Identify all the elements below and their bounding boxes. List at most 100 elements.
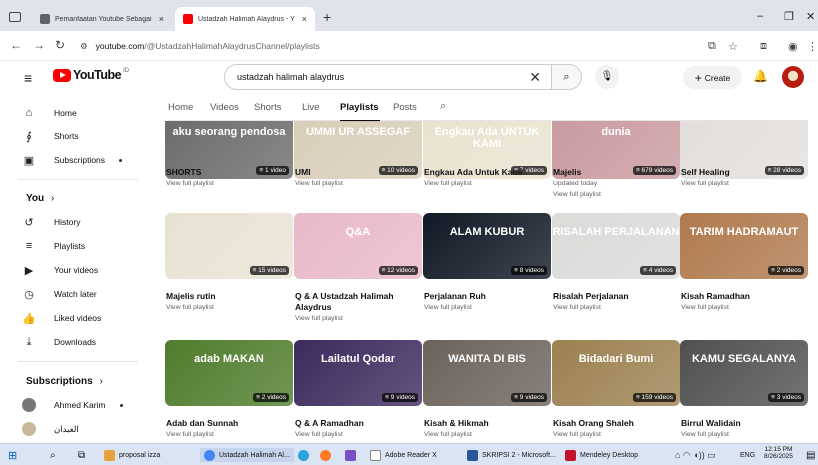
playlist-subtitle[interactable]: View full playlist xyxy=(295,431,343,438)
create-button[interactable]: + Create xyxy=(683,66,742,89)
tab-close-icon[interactable]: × xyxy=(302,14,307,24)
subscription-item[interactable]: العبدان xyxy=(22,419,79,439)
playlist-thumbnail[interactable]: TARIM HADRAMAUT ≡ 2 videos xyxy=(680,213,808,279)
firefox-icon[interactable] xyxy=(320,448,335,462)
sidebar-item-subscriptions[interactable]: ▣ Subscriptions xyxy=(22,150,123,170)
playlist-subtitle[interactable]: View full playlist xyxy=(295,315,343,322)
clock[interactable]: 12:15 PM 8/26/2025 xyxy=(764,446,793,461)
playlist-title[interactable]: Majelis xyxy=(553,167,681,178)
playlist-thumbnail[interactable]: adab MAKAN ≡ 2 videos xyxy=(165,340,293,406)
playlist-subtitle[interactable]: View full playlist xyxy=(166,180,214,187)
playlist-thumbnail[interactable]: Lailatul Qodar ≡ 9 videos xyxy=(294,340,422,406)
notifications-icon[interactable]: ▤ xyxy=(806,448,815,462)
playlist-title[interactable]: Risalah Perjalanan xyxy=(553,291,681,302)
playlist-title[interactable]: UMI xyxy=(295,167,423,178)
install-app-icon[interactable]: ⧉ xyxy=(708,40,716,53)
channel-search-icon[interactable]: ⌕ xyxy=(440,100,446,113)
extensions-icon[interactable]: ⧈ xyxy=(760,40,767,53)
playlist-title[interactable]: Engkau Ada Untuk Kami xyxy=(424,167,552,178)
playlist-subtitle[interactable]: View full playlist xyxy=(681,180,729,187)
language-indicator[interactable]: ENG xyxy=(740,448,755,462)
task-view-icon[interactable]: ⧉ xyxy=(78,448,85,462)
new-tab-button[interactable]: + xyxy=(323,9,331,25)
tab-close-icon[interactable]: × xyxy=(159,14,164,24)
sidebar-item-home[interactable]: ⌂ Home xyxy=(22,103,77,123)
playlist-title[interactable]: Kisah & Hikmah xyxy=(424,418,552,429)
sidebar-item-liked-videos[interactable]: 👍 Liked videos xyxy=(22,308,101,328)
taskbar-item-word[interactable]: SKRIPSI 2 - Microsoft... xyxy=(467,448,556,462)
visual-studio-icon[interactable] xyxy=(345,448,360,462)
sidebar-item-your-videos[interactable]: ▶ Your videos xyxy=(22,260,98,280)
playlist-subtitle[interactable]: View full playlist xyxy=(424,180,472,187)
playlist-title[interactable]: Self Healing xyxy=(681,167,809,178)
tab-search-icon[interactable] xyxy=(9,12,21,22)
playlist-subtitle[interactable]: View full playlist xyxy=(553,431,601,438)
taskbar-item-proposal[interactable]: proposal izza xyxy=(104,448,160,462)
telegram-icon[interactable] xyxy=(298,448,313,462)
menu-dots-icon[interactable]: ⋮ xyxy=(807,40,818,53)
site-info-icon[interactable]: ⚙ xyxy=(80,41,88,52)
playlist-subtitle[interactable]: View full playlist xyxy=(681,304,729,311)
subscription-item[interactable]: Ahmed Karim xyxy=(22,395,123,415)
playlist-thumbnail[interactable]: ≡ 15 videos xyxy=(165,213,293,279)
playlist-thumbnail[interactable]: ALAM KUBUR ≡ 8 videos xyxy=(423,213,551,279)
playlist-subtitle[interactable]: View full playlist xyxy=(295,180,343,187)
you-heading[interactable]: You › xyxy=(26,193,54,204)
playlist-subtitle[interactable]: View full playlist xyxy=(681,431,729,438)
tab-posts[interactable]: Posts xyxy=(393,102,417,113)
sidebar-item-history[interactable]: ↺ History xyxy=(22,212,80,232)
reload-icon[interactable]: ↻ xyxy=(55,38,65,52)
minimize-button[interactable]: – xyxy=(757,10,763,22)
playlist-thumbnail[interactable]: Bidadari Bumi ≡ 159 videos xyxy=(552,340,680,406)
playlist-title[interactable]: Q & A Ustadzah Halimah Alaydrus xyxy=(295,291,423,312)
playlist-thumbnail[interactable]: RISALAH PERJALANAN ≡ 4 videos xyxy=(552,213,680,279)
voice-search-icon[interactable]: 🎙 xyxy=(595,65,619,89)
youtube-logo[interactable]: YouTube ID xyxy=(53,68,129,82)
playlist-title[interactable]: Adab dan Sunnah xyxy=(166,418,294,429)
subscriptions-heading[interactable]: Subscriptions › xyxy=(26,376,103,387)
playlist-thumbnail[interactable]: Q&A ≡ 12 videos xyxy=(294,213,422,279)
playlist-subtitle[interactable]: View full playlist xyxy=(424,304,472,311)
taskbar-item-chrome[interactable]: Ustadzah Halimah Al... xyxy=(200,448,294,462)
playlist-title[interactable]: Kisah Ramadhan xyxy=(681,291,809,302)
tab-home[interactable]: Home xyxy=(168,102,193,113)
playlist-subtitle[interactable]: View full playlist xyxy=(424,431,472,438)
sidebar-item-playlists[interactable]: ≡ Playlists xyxy=(22,236,85,256)
close-window-button[interactable]: ✕ xyxy=(806,10,815,23)
tab-shorts[interactable]: Shorts xyxy=(254,102,281,113)
tab-live[interactable]: Live xyxy=(302,102,319,113)
playlist-subtitle[interactable]: View full playlist xyxy=(553,304,601,311)
playlist-thumbnail[interactable]: WANITA DI BIS ≡ 9 videos xyxy=(423,340,551,406)
search-button[interactable]: ⌕ xyxy=(552,64,582,90)
url-field[interactable]: ⚙ youtube.com /@UstadzahHalimahAlaydrusC… xyxy=(80,36,740,56)
taskbar-search-icon[interactable]: ⌕ xyxy=(50,448,56,462)
playlist-title[interactable]: Kisah Orang Shaleh xyxy=(553,418,681,429)
search-input[interactable]: ustadzah halimah alaydrus ✕ xyxy=(224,64,552,90)
maximize-button[interactable]: ❐ xyxy=(784,10,794,23)
avatar[interactable] xyxy=(782,66,804,88)
playlist-title[interactable]: Q & A Ramadhan xyxy=(295,418,423,429)
notifications-bell-icon[interactable]: 🔔 xyxy=(753,69,768,83)
forward-icon[interactable]: → xyxy=(33,38,45,52)
windows-start-icon[interactable]: ⊞ xyxy=(8,448,17,462)
browser-tab-1[interactable]: Pemanfaatan Youtube Sebagai × xyxy=(32,7,172,31)
clear-search-icon[interactable]: ✕ xyxy=(529,69,541,86)
hamburger-menu-icon[interactable]: ≡ xyxy=(24,70,32,86)
back-icon[interactable]: ← xyxy=(10,38,22,52)
profile-icon[interactable]: ◉ xyxy=(788,40,798,53)
tab-playlists[interactable]: Playlists xyxy=(340,102,379,113)
system-tray-icons[interactable]: ⌂ ◠ ◖)) ▭ xyxy=(675,448,716,462)
playlist-title[interactable]: Birrul Walidain xyxy=(681,418,809,429)
browser-tab-2[interactable]: Ustadzah Halimah Alaydrus - Y × xyxy=(175,7,315,31)
tab-videos[interactable]: Videos xyxy=(210,102,239,113)
playlist-title[interactable]: SHORTS xyxy=(166,167,294,178)
sidebar-item-shorts[interactable]: ∮ Shorts xyxy=(22,126,78,146)
view-full-playlist-link[interactable]: View full playlist xyxy=(553,191,601,198)
playlist-thumbnail[interactable]: KAMU SEGALANYA ≡ 3 videos xyxy=(680,340,808,406)
playlist-subtitle[interactable]: View full playlist xyxy=(166,431,214,438)
taskbar-item-adobe[interactable]: Adobe Reader X xyxy=(370,448,437,462)
bookmark-star-icon[interactable]: ☆ xyxy=(728,40,738,53)
taskbar-item-mendeley[interactable]: Mendeley Desktop xyxy=(565,448,638,462)
playlist-title[interactable]: Majelis rutin xyxy=(166,291,294,302)
sidebar-item-watch-later[interactable]: ◷ Watch later xyxy=(22,284,96,304)
